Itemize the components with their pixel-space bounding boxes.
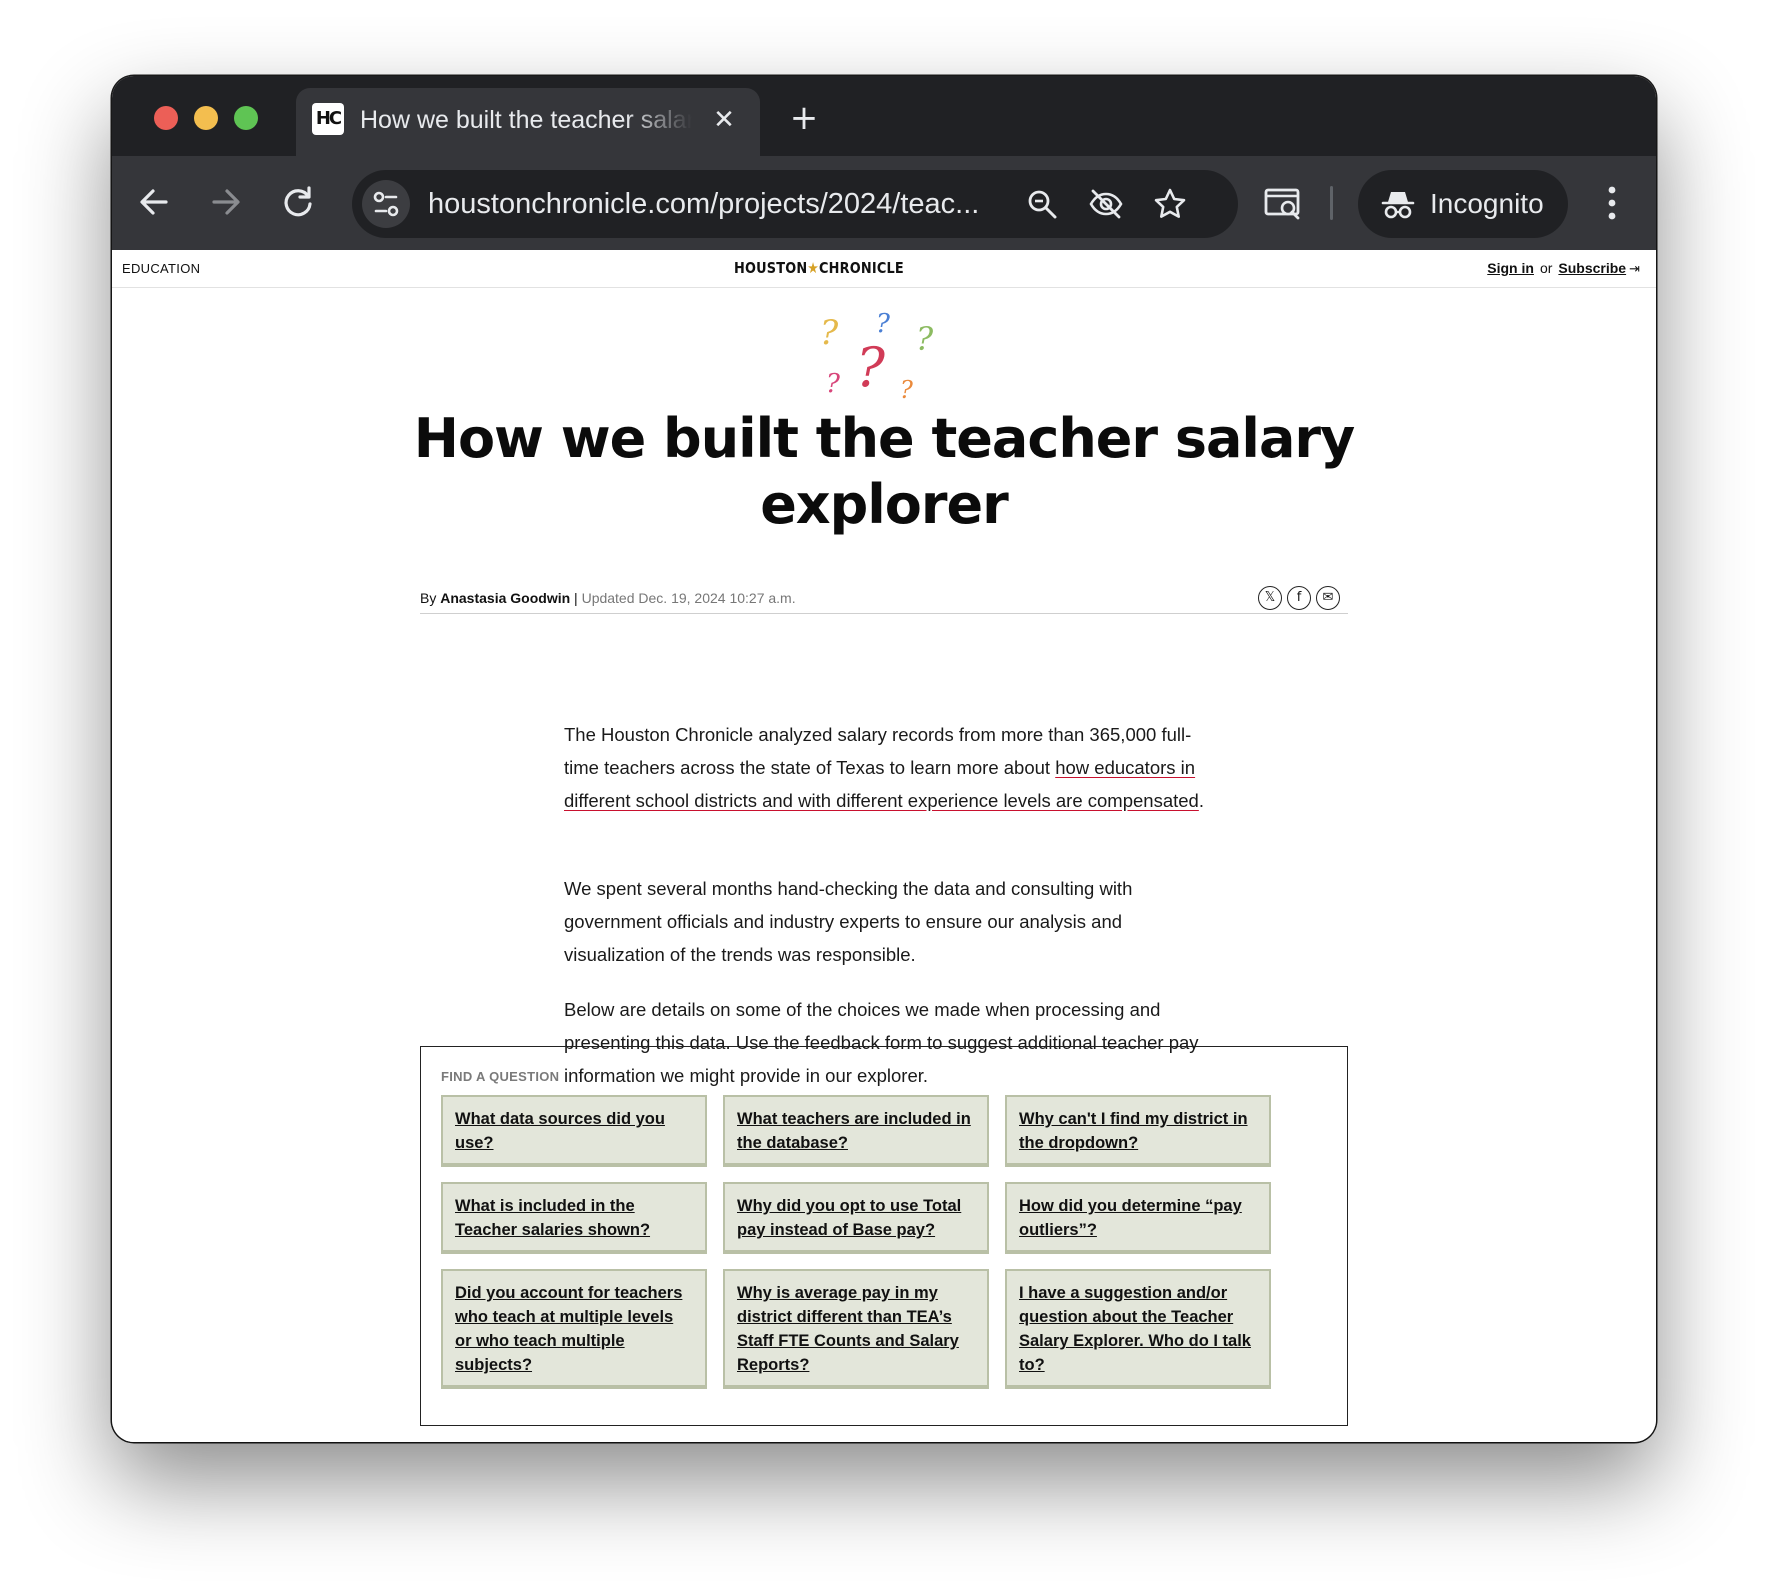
question-card[interactable]: Why can't I find my district in the drop…	[1005, 1095, 1271, 1167]
svg-text:?: ?	[876, 309, 891, 339]
incognito-label: Incognito	[1430, 188, 1544, 219]
zoom-icon[interactable]	[1024, 186, 1060, 222]
question-card[interactable]: What teachers are included in the databa…	[723, 1095, 989, 1167]
byline-separator: |	[574, 590, 578, 606]
toolbar-divider	[1330, 186, 1333, 220]
houston-chronicle-logo[interactable]: HOUSTON★CHRONICLE	[734, 259, 992, 277]
paragraph-intro: The Houston Chronicle analyzed salary re…	[564, 718, 1224, 817]
logo-text-right: CHRONICLE	[819, 259, 904, 277]
eye-off-icon[interactable]	[1088, 186, 1124, 222]
tab-strip: HC How we built the teacher salary explo…	[112, 76, 1656, 156]
star-icon[interactable]	[1152, 186, 1188, 222]
auth-links: Sign in or Subscribe ⇥	[1487, 260, 1640, 277]
byline-text: By Anastasia Goodwin | Updated Dec. 19, …	[420, 590, 796, 606]
subscribe-arrow-icon: ⇥	[1629, 262, 1640, 277]
share-x-icon[interactable]: 𝕏	[1258, 586, 1282, 610]
question-card[interactable]: I have a suggestion and/or question abou…	[1005, 1269, 1271, 1389]
back-arrow-icon[interactable]	[130, 178, 178, 226]
tab-search-icon[interactable]	[1262, 182, 1304, 224]
byline-prefix: By	[420, 590, 437, 606]
find-a-question-box: FIND A QUESTION What data sources did yo…	[420, 1046, 1348, 1426]
author-name[interactable]: Anastasia Goodwin	[440, 590, 570, 606]
sign-in-link[interactable]: Sign in	[1487, 260, 1534, 276]
updated-timestamp: Updated Dec. 19, 2024 10:27 a.m.	[581, 590, 796, 606]
tab-close-icon[interactable]: ✕	[708, 104, 740, 136]
web-page: EDUCATION HOUSTON★CHRONICLE Sign in or Sub…	[112, 250, 1656, 1442]
question-card[interactable]: What data sources did you use?	[441, 1095, 707, 1167]
minimize-window-button[interactable]	[194, 106, 218, 130]
incognito-icon	[1381, 192, 1415, 219]
incognito-button[interactable]: Incognito	[1358, 170, 1568, 238]
question-marks-illustration: ? ? ? ? ? ?	[818, 306, 938, 404]
svg-text:?: ?	[826, 369, 841, 399]
byline: By Anastasia Goodwin | Updated Dec. 19, …	[420, 584, 1348, 614]
active-tab[interactable]: HC How we built the teacher salary explo…	[296, 88, 760, 156]
question-card[interactable]: How did you determine “pay outliers”?	[1005, 1182, 1271, 1254]
browser-toolbar: houstonchronicle.com/projects/2024/teac.…	[112, 156, 1656, 250]
forward-arrow-icon[interactable]	[202, 178, 250, 226]
question-card[interactable]: Why is average pay in my district differ…	[723, 1269, 989, 1389]
paragraph-methods: We spent several months hand-checking th…	[564, 878, 1133, 965]
reload-icon[interactable]	[274, 178, 322, 226]
share-email-icon[interactable]: ✉	[1316, 586, 1340, 610]
article-headline: How we built the teacher salary explorer	[413, 407, 1355, 536]
site-info-icon[interactable]	[362, 180, 410, 228]
svg-text:?: ?	[900, 376, 913, 402]
tab-title: How we built the teacher salary explorer	[360, 106, 692, 134]
or-text: or	[1539, 260, 1553, 276]
logo-text-left: HOUSTON	[734, 259, 808, 277]
subscribe-link[interactable]: Subscribe	[1558, 260, 1626, 276]
site-header: EDUCATION HOUSTON★CHRONICLE Sign in or Sub…	[112, 250, 1656, 288]
svg-text:?: ?	[820, 313, 839, 353]
browser-window: HC How we built the teacher salary explo…	[112, 76, 1656, 1442]
logo-star-icon: ★	[807, 259, 820, 277]
svg-text:?: ?	[856, 336, 886, 399]
find-a-question-label: FIND A QUESTION	[441, 1069, 560, 1084]
paragraph-intro-end: .	[1198, 790, 1204, 811]
more-vert-icon[interactable]	[1592, 180, 1632, 226]
share-facebook-icon[interactable]: f	[1287, 586, 1311, 610]
question-card[interactable]: Did you account for teachers who teach a…	[441, 1269, 707, 1389]
close-window-button[interactable]	[154, 106, 178, 130]
hc-favicon-icon: HC	[312, 103, 344, 135]
section-label[interactable]: EDUCATION	[122, 261, 200, 276]
maximize-window-button[interactable]	[234, 106, 258, 130]
address-bar[interactable]: houstonchronicle.com/projects/2024/teac.…	[352, 170, 1238, 238]
question-card[interactable]: What is included in the Teacher salaries…	[441, 1182, 707, 1254]
new-tab-button[interactable]: +	[784, 98, 824, 138]
url-text[interactable]: houstonchronicle.com/projects/2024/teac.…	[428, 184, 1018, 224]
svg-text:?: ?	[916, 320, 934, 358]
question-card[interactable]: Why did you opt to use Total pay instead…	[723, 1182, 989, 1254]
